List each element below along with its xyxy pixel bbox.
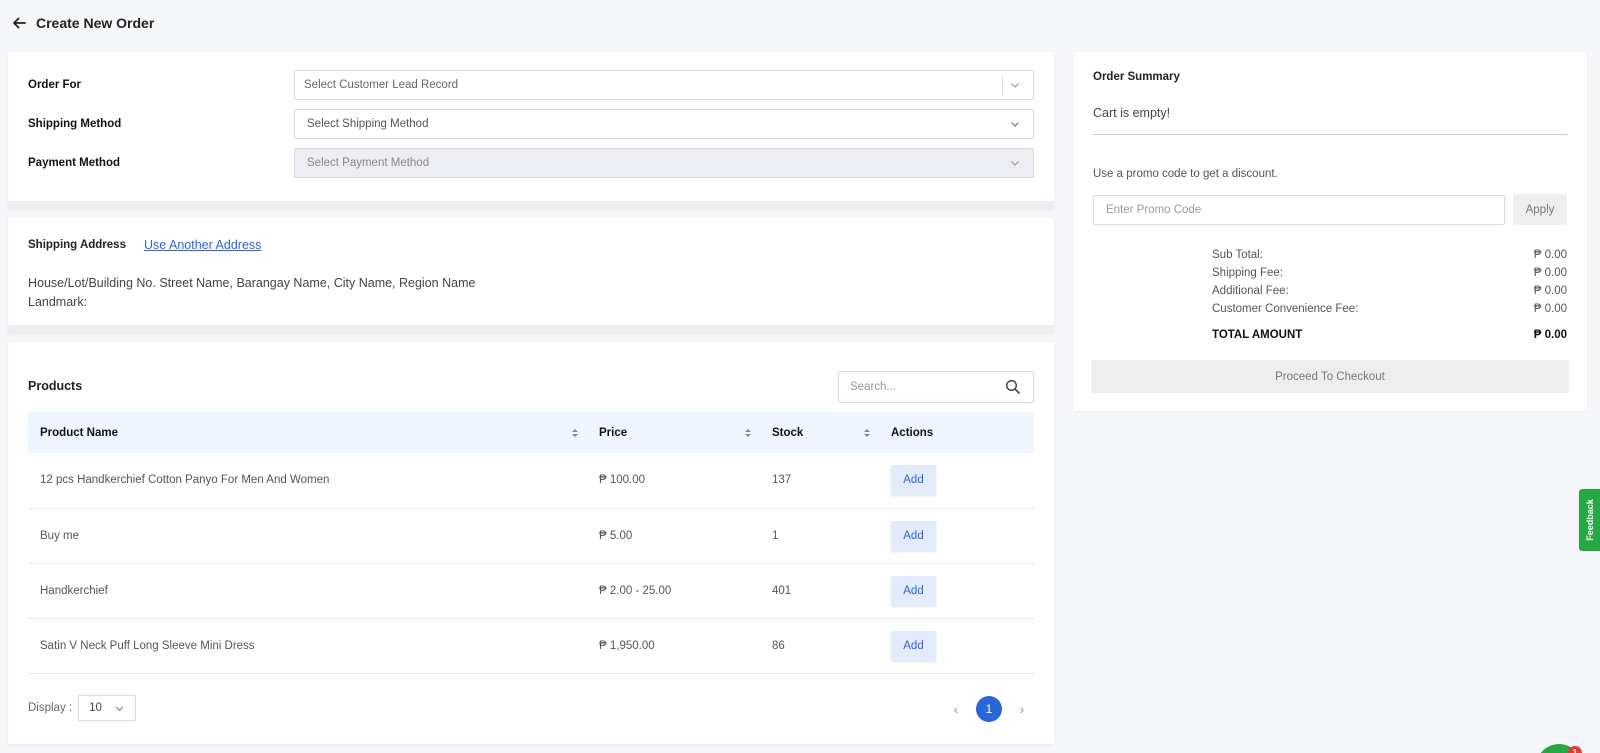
product-search-input[interactable]: Search... (838, 371, 1034, 403)
payment-method-placeholder: Select Payment Method (307, 157, 430, 169)
payment-method-row: Payment Method Select Payment Method (28, 148, 1034, 178)
order-form-card: Order For Select Customer Lead Record Sh… (8, 52, 1054, 209)
page-size-select[interactable]: 10 (78, 695, 137, 721)
sort-icon[interactable] (863, 427, 871, 439)
previous-page-icon[interactable]: ‹ (950, 701, 962, 717)
shipping-address-card: Shipping Address Use Another Address Hou… (8, 218, 1054, 333)
address-text: House/Lot/Building No. Street Name, Bara… (28, 274, 475, 312)
sort-icon[interactable] (744, 427, 752, 439)
page-number-button[interactable]: 1 (976, 696, 1002, 722)
notification-badge: 1 (1568, 746, 1582, 753)
proceed-to-checkout-button[interactable]: Proceed To Checkout (1091, 360, 1569, 393)
order-summary-card: Order Summary Cart is empty! Use a promo… (1073, 52, 1587, 411)
product-stock-cell: 86 (772, 639, 785, 652)
payment-method-select[interactable]: Select Payment Method (294, 148, 1034, 178)
add-product-button[interactable]: Add (891, 575, 936, 606)
product-stock-cell: 1 (772, 529, 779, 542)
total-amount-row: TOTAL AMOUNT ₱ 0.00 (1212, 329, 1567, 341)
product-price-cell: ₱ 5.00 (599, 529, 633, 542)
table-row: Satin V Neck Puff Long Sleeve Mini Dress… (28, 618, 1034, 673)
page-title: Create New Order (36, 15, 155, 31)
table-row: 12 pcs Handkerchief Cotton Panyo For Men… (28, 453, 1034, 508)
chevron-down-icon (116, 706, 124, 712)
order-for-select[interactable]: Select Customer Lead Record (294, 70, 1034, 100)
shipping-method-row: Shipping Method Select Shipping Method (28, 109, 1034, 139)
select-separator (1002, 77, 1003, 95)
add-product-button[interactable]: Add (891, 520, 936, 551)
fee-breakdown: Sub Total: ₱ 0.00 Shipping Fee: ₱ 0.00 Add… (1212, 246, 1567, 344)
order-for-row: Order For Select Customer Lead Record (28, 70, 1034, 100)
shipping-method-label: Shipping Method (28, 118, 122, 130)
fee-row: Shipping Fee: ₱ 0.00 (1212, 267, 1567, 279)
divider (1093, 134, 1567, 135)
column-header-actions: Actions (891, 426, 934, 439)
page-size-control: Display : 10 (28, 695, 137, 721)
landmark-line: Landmark: (28, 295, 88, 309)
add-product-button[interactable]: Add (891, 465, 936, 496)
promo-placeholder: Enter Promo Code (1106, 204, 1202, 216)
product-actions-cell: Add (879, 453, 1034, 508)
promo-code-input[interactable]: Enter Promo Code (1093, 195, 1505, 225)
product-stock-cell: 137 (772, 474, 792, 487)
search-icon[interactable] (1005, 379, 1021, 395)
chevron-down-icon (1011, 161, 1019, 166)
product-actions-cell: Add (879, 618, 1034, 673)
products-title: Products (28, 379, 83, 393)
products-table: Product Name Price Stock Actions 12 pcs … (28, 412, 1034, 674)
display-label: Display : (28, 702, 73, 714)
shipping-method-select[interactable]: Select Shipping Method (294, 109, 1034, 139)
address-line: House/Lot/Building No. Street Name, Bara… (28, 276, 476, 290)
search-placeholder: Search... (850, 381, 897, 393)
use-another-address-link[interactable]: Use Another Address (144, 238, 261, 252)
feedback-label: Feedback (1584, 499, 1595, 541)
table-row: Buy me ₱ 5.00 1 Add (28, 508, 1034, 563)
sort-icon[interactable] (571, 427, 579, 439)
shipping-method-placeholder: Select Shipping Method (307, 118, 429, 130)
page-header: Create New Order (10, 12, 154, 34)
product-name-cell: Buy me (40, 529, 79, 542)
fee-row: Additional Fee: ₱ 0.00 (1212, 285, 1567, 297)
column-header-product-name[interactable]: Product Name (28, 412, 587, 453)
products-card: Products Search... Product Name Price St… (8, 342, 1054, 744)
chevron-down-icon (1011, 83, 1019, 88)
table-header-row: Product Name Price Stock Actions (28, 412, 1034, 453)
product-price-cell: ₱ 2.00 - 25.00 (599, 584, 672, 597)
product-stock-cell: 401 (772, 584, 792, 597)
fee-row: Customer Convenience Fee: ₱ 0.00 (1212, 303, 1567, 315)
product-name-cell: Handkerchief (40, 584, 108, 597)
column-header-price[interactable]: Price (587, 412, 760, 453)
column-header-stock[interactable]: Stock (760, 412, 879, 453)
order-for-placeholder: Select Customer Lead Record (304, 79, 459, 91)
back-arrow-icon[interactable] (10, 14, 28, 32)
chevron-down-icon (1011, 122, 1019, 127)
table-row: Handkerchief ₱ 2.00 - 25.00 401 Add (28, 563, 1034, 618)
product-name-cell: 12 pcs Handkerchief Cotton Panyo For Men… (40, 474, 330, 487)
order-for-label: Order For (28, 79, 82, 91)
fee-row: Sub Total: ₱ 0.00 (1212, 249, 1567, 261)
feedback-tab[interactable]: Feedback (1579, 489, 1600, 551)
shipping-address-label: Shipping Address (28, 239, 126, 251)
page-size-value: 10 (89, 702, 102, 714)
product-price-cell: ₱ 100.00 (599, 474, 646, 487)
product-actions-cell: Add (879, 508, 1034, 563)
pagination: ‹ 1 › (950, 696, 1028, 722)
promo-hint: Use a promo code to get a discount. (1093, 168, 1278, 180)
next-page-icon[interactable]: › (1016, 701, 1028, 717)
product-actions-cell: Add (879, 563, 1034, 618)
add-product-button[interactable]: Add (891, 630, 936, 661)
order-summary-title: Order Summary (1093, 71, 1180, 83)
product-price-cell: ₱ 1,950.00 (599, 639, 655, 652)
cart-empty-text: Cart is empty! (1093, 106, 1171, 120)
product-name-cell: Satin V Neck Puff Long Sleeve Mini Dress (40, 639, 255, 652)
payment-method-label: Payment Method (28, 157, 121, 169)
apply-promo-button[interactable]: Apply (1513, 194, 1567, 225)
